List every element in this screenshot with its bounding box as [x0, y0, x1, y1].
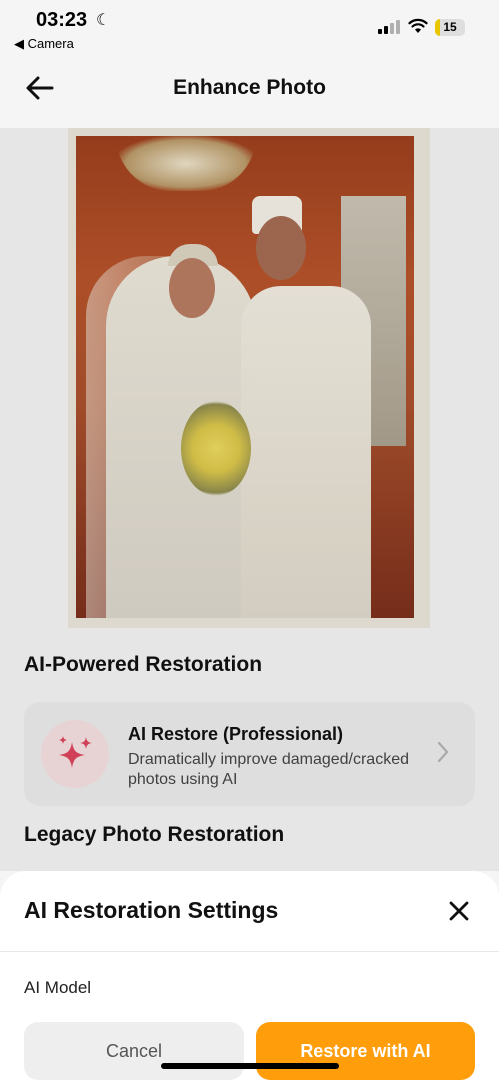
- status-time: 03:23: [36, 9, 88, 31]
- status-bar: 03:23 ☾ ◀ Camera 15: [0, 0, 499, 56]
- photo-preview-area: [0, 128, 499, 628]
- ai-model-label: AI Model: [24, 978, 92, 997]
- battery-level: 15: [443, 20, 457, 34]
- battery-icon: 15: [435, 19, 465, 36]
- ai-restore-title: AI Restore (Professional): [128, 724, 344, 744]
- ai-settings-sheet: AI Restoration Settings AI Model Cancel …: [0, 871, 499, 1080]
- photo-bouquet: [181, 401, 251, 496]
- photo-bride-face: [169, 258, 215, 318]
- back-to-camera-link[interactable]: ◀ Camera: [14, 36, 74, 52]
- photo-chandelier: [116, 136, 256, 191]
- sparkles-icon: [41, 720, 109, 788]
- ai-restore-card[interactable]: AI Restore (Professional) Dramatically i…: [24, 702, 475, 806]
- cellular-signal-icon: [378, 20, 402, 34]
- photo-groom: [241, 286, 371, 618]
- photo-frame: [68, 128, 430, 628]
- home-indicator: [161, 1063, 339, 1069]
- wedding-photo: [76, 136, 414, 618]
- chevron-right-icon: [437, 741, 449, 763]
- sheet-divider: [0, 951, 499, 952]
- page-title: Enhance Photo: [173, 76, 326, 99]
- restore-with-ai-button[interactable]: Restore with AI: [256, 1022, 475, 1080]
- wifi-icon: [408, 18, 428, 33]
- photo-groom-face: [256, 216, 306, 280]
- close-icon[interactable]: [448, 900, 470, 922]
- legacy-section-title: Legacy Photo Restoration: [24, 823, 285, 846]
- cancel-button[interactable]: Cancel: [24, 1022, 244, 1080]
- navigation-bar: Enhance Photo: [0, 56, 499, 128]
- ai-powered-section-title: AI-Powered Restoration: [24, 653, 263, 676]
- sheet-title: AI Restoration Settings: [24, 897, 279, 923]
- moon-icon: ☾: [96, 12, 111, 29]
- ai-restore-description: Dramatically improve damaged/cracked pho…: [128, 751, 409, 788]
